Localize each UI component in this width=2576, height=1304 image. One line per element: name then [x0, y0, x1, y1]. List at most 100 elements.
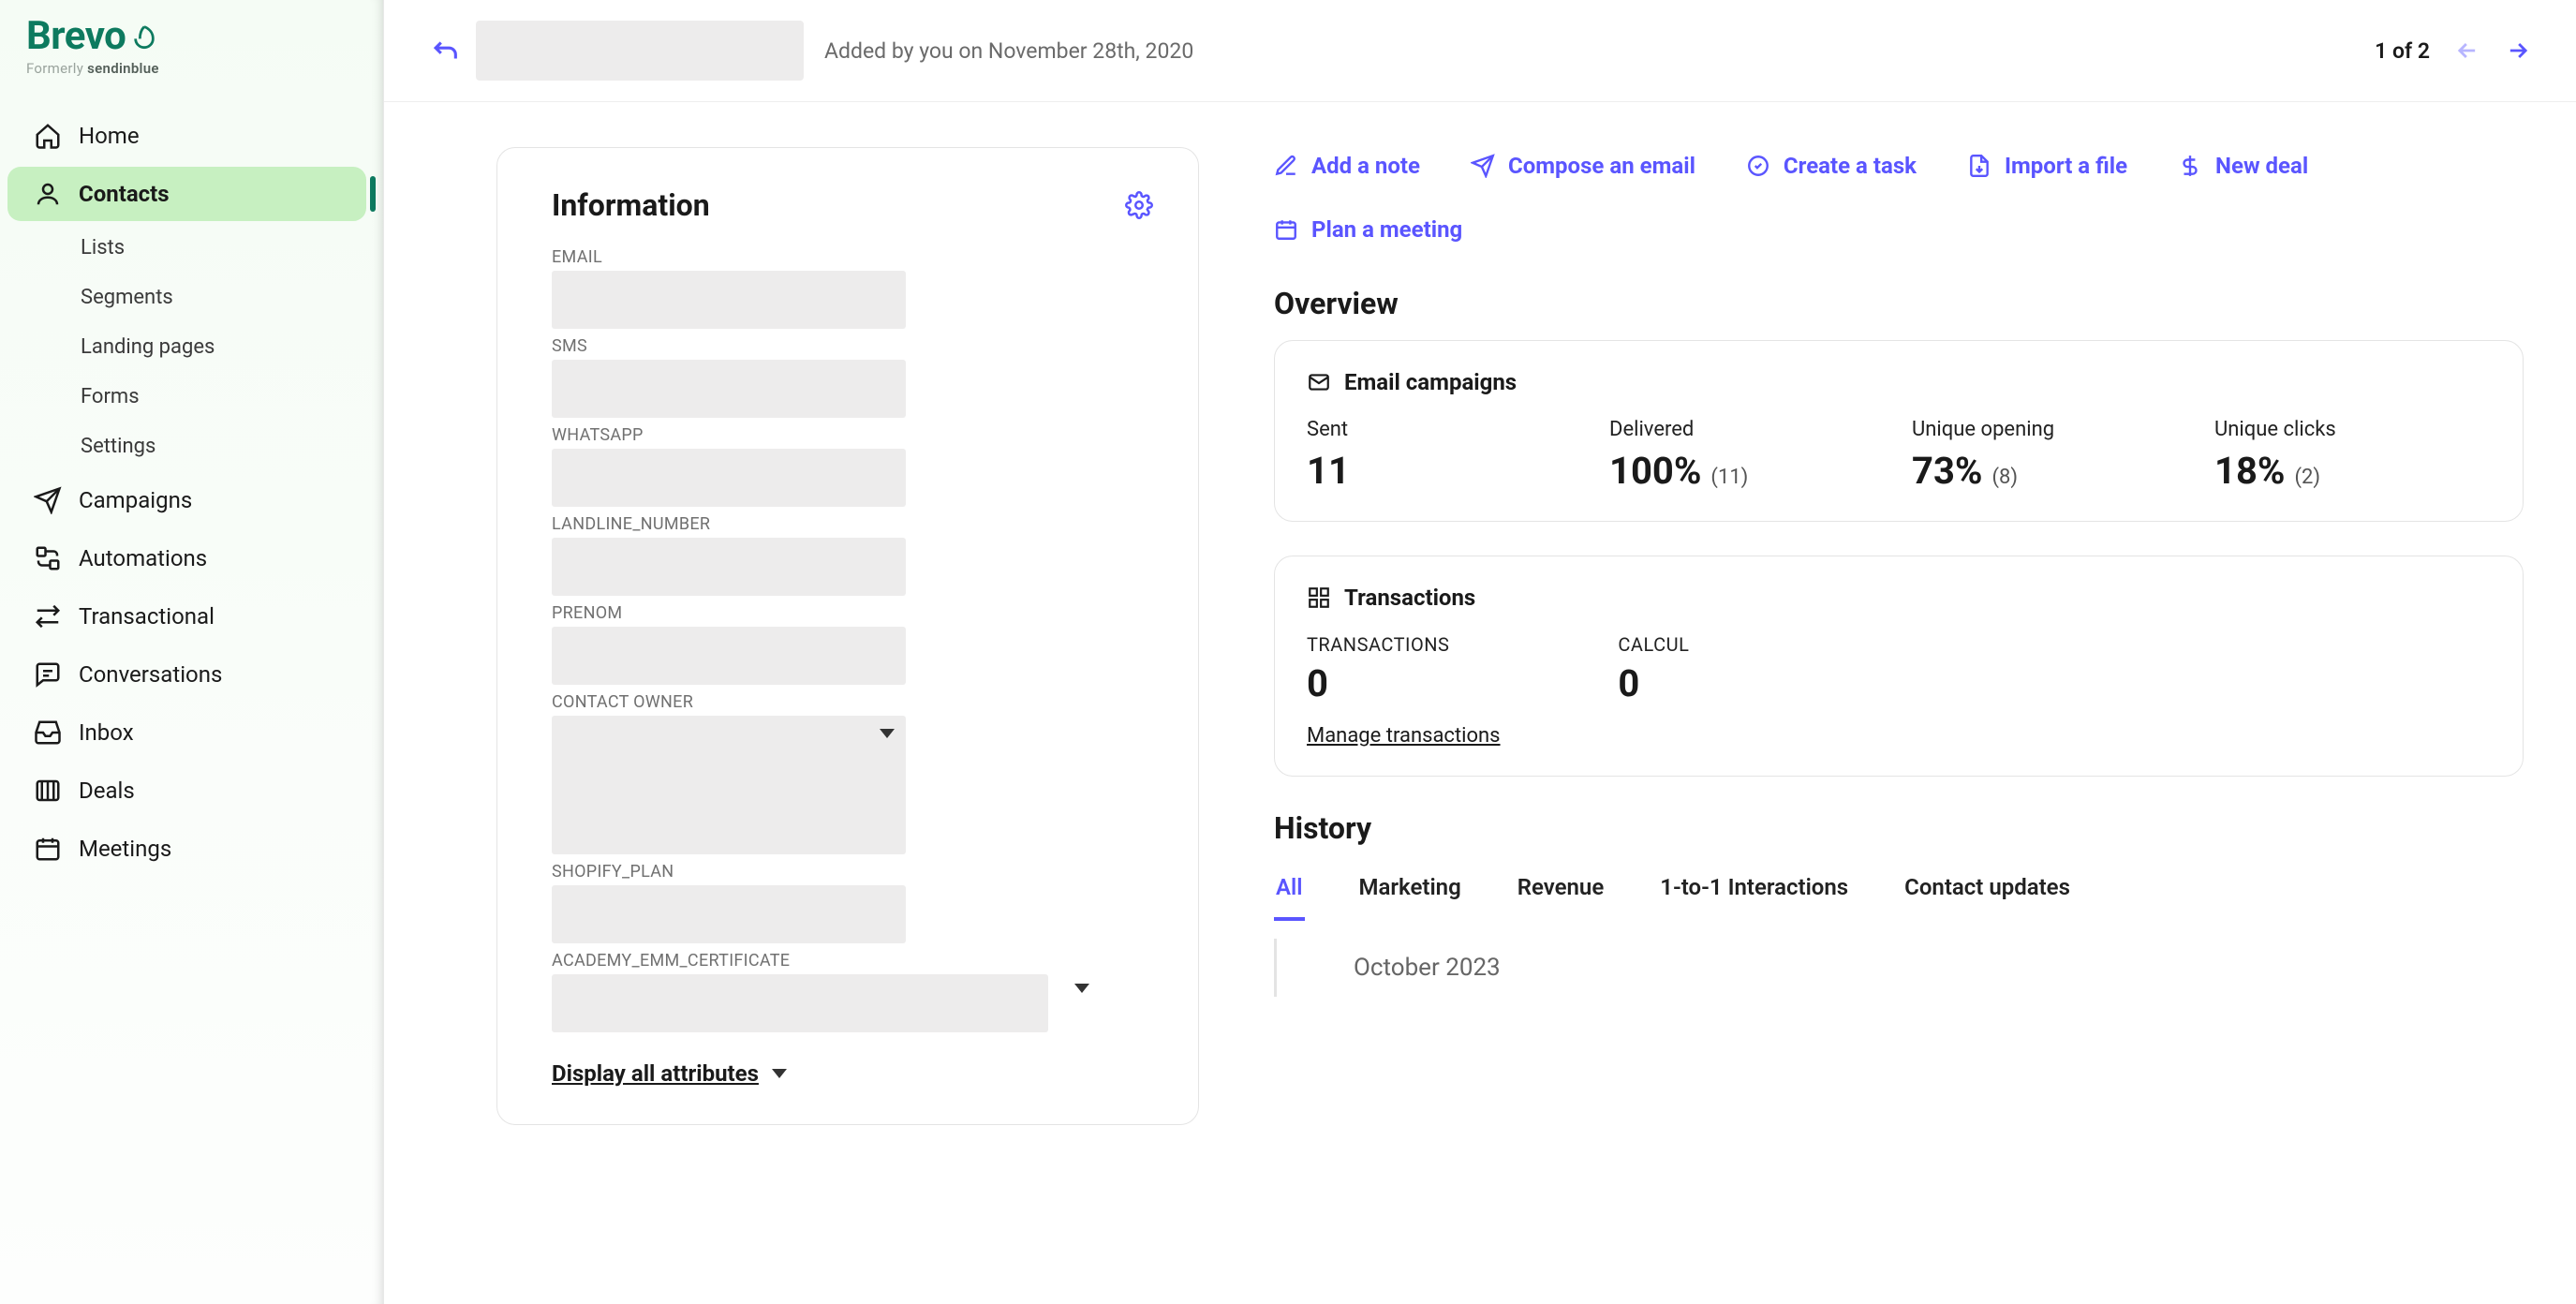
added-by-text: Added by you on November 28th, 2020: [824, 38, 1193, 64]
email-campaigns-card-title: Email campaigns: [1344, 369, 1517, 395]
mail-icon: [1307, 370, 1331, 394]
information-title: Information: [552, 187, 710, 223]
note-icon: [1274, 154, 1298, 178]
sidebar-item-label: Meetings: [79, 836, 171, 862]
attr-shopify-plan-value[interactable]: [552, 885, 906, 943]
dollar-icon: [2178, 154, 2202, 178]
sidebar-item-label: Conversations: [79, 661, 222, 688]
pager-text: 1 of 2: [2375, 38, 2430, 64]
attr-prenom: PRENOM: [552, 603, 1153, 685]
attr-landline-value[interactable]: [552, 538, 906, 596]
attr-email: EMAIL: [552, 247, 1153, 329]
stat-opening: Unique opening 73%(8): [1912, 418, 2177, 493]
sidebar-item-automations[interactable]: Automations: [7, 531, 366, 585]
tab-marketing[interactable]: Marketing: [1357, 865, 1463, 921]
transactions-card: Transactions TRANSACTIONS 0 CALCUL 0 Man…: [1274, 556, 2524, 777]
sidebar-item-deals[interactable]: Deals: [7, 763, 366, 818]
tx-transactions: TRANSACTIONS 0: [1307, 633, 1449, 705]
attr-academy-cert: ACADEMY_EMM_CERTIFICATE: [552, 951, 1153, 1032]
automations-icon: [34, 544, 62, 572]
task-icon: [1746, 154, 1770, 178]
sidebar-item-contacts[interactable]: Contacts: [7, 167, 366, 221]
home-icon: [34, 122, 62, 150]
overview-title: Overview: [1274, 286, 2524, 321]
import-icon: [1967, 154, 1991, 178]
stat-delivered: Delivered 100%(11): [1609, 418, 1874, 493]
attr-shopify-plan: SHOPIFY_PLAN: [552, 862, 1153, 943]
brand-name: Brevo: [26, 17, 361, 56]
action-new-deal[interactable]: New deal: [2178, 153, 2308, 179]
attr-email-value[interactable]: [552, 271, 906, 329]
transactions-icon: [1307, 585, 1331, 610]
tab-revenue[interactable]: Revenue: [1516, 865, 1606, 921]
sidebar-item-conversations[interactable]: Conversations: [7, 647, 366, 702]
campaigns-icon: [34, 486, 62, 514]
sidebar-sub-lists[interactable]: Lists: [7, 225, 366, 271]
sidebar-sub-segments[interactable]: Segments: [7, 274, 366, 320]
attr-landline: LANDLINE_NUMBER: [552, 514, 1153, 596]
contacts-icon: [34, 180, 62, 208]
transactions-card-title: Transactions: [1344, 585, 1475, 611]
gear-icon[interactable]: [1125, 191, 1153, 219]
attr-prenom-value[interactable]: [552, 627, 906, 685]
attr-contact-owner: CONTACT OWNER: [552, 692, 1153, 854]
conversations-icon: [34, 660, 62, 689]
sidebar-item-label: Automations: [79, 545, 207, 571]
sidebar-item-label: Deals: [79, 778, 135, 804]
action-add-note[interactable]: Add a note: [1274, 153, 1420, 179]
display-all-attributes[interactable]: Display all attributes: [552, 1060, 787, 1087]
action-create-task[interactable]: Create a task: [1746, 153, 1917, 179]
manage-transactions-link[interactable]: Manage transactions: [1307, 724, 1501, 748]
history-tabs: All Marketing Revenue 1-to-1 Interaction…: [1274, 865, 2524, 922]
sidebar-item-transactional[interactable]: Transactional: [7, 589, 366, 644]
sidebar-item-meetings[interactable]: Meetings: [7, 822, 366, 876]
attr-sms-value[interactable]: [552, 360, 906, 418]
attr-sms: SMS: [552, 336, 1153, 418]
sidebar-item-label: Contacts: [79, 181, 170, 207]
tab-1to1[interactable]: 1-to-1 Interactions: [1658, 865, 1850, 921]
sidebar-sub-settings[interactable]: Settings: [7, 423, 366, 469]
topbar: Added by you on November 28th, 2020 1 of…: [384, 0, 2576, 102]
nav: Home Contacts Lists Segments Landing pag…: [0, 97, 383, 887]
attr-contact-owner-select[interactable]: [552, 716, 906, 854]
contact-name-placeholder: [476, 21, 804, 81]
sidebar-item-inbox[interactable]: Inbox: [7, 705, 366, 760]
tab-all[interactable]: All: [1274, 865, 1305, 921]
sidebar-item-label: Transactional: [79, 603, 215, 630]
action-plan-meeting[interactable]: Plan a meeting: [1274, 216, 1462, 243]
sidebar-sub-landingpages[interactable]: Landing pages: [7, 324, 366, 370]
sidebar-item-campaigns[interactable]: Campaigns: [7, 473, 366, 527]
calendar-icon: [1274, 217, 1298, 242]
transactional-icon: [34, 602, 62, 630]
deals-icon: [34, 777, 62, 805]
quick-actions: Add a note Compose an email Create a tas…: [1274, 153, 2524, 243]
right-column: Add a note Compose an email Create a tas…: [1274, 147, 2524, 997]
history-timeline: October 2023: [1274, 939, 2524, 997]
sidebar-item-label: Home: [79, 123, 140, 149]
arrow-right-icon[interactable]: [2505, 37, 2531, 64]
logo: Brevo Formerly sendinblue: [0, 11, 383, 97]
brand-subtitle: Formerly sendinblue: [26, 60, 361, 77]
action-compose-email[interactable]: Compose an email: [1471, 153, 1695, 179]
sidebar-item-label: Campaigns: [79, 487, 192, 513]
pager: 1 of 2: [2375, 37, 2531, 64]
send-icon: [1471, 154, 1495, 178]
sidebar-item-home[interactable]: Home: [7, 109, 366, 163]
action-import-file[interactable]: Import a file: [1967, 153, 2127, 179]
back-icon[interactable]: [429, 35, 461, 67]
sidebar-item-label: Inbox: [79, 719, 134, 746]
stat-sent: Sent 11: [1307, 418, 1572, 493]
inbox-icon: [34, 719, 62, 747]
tab-updates[interactable]: Contact updates: [1902, 865, 2072, 921]
leaf-icon: [131, 23, 157, 50]
information-card: Information EMAIL SMS WHATSAPP LANDLINE_…: [496, 147, 1199, 1125]
meetings-icon: [34, 835, 62, 863]
tx-calcul: CALCUL 0: [1618, 633, 1689, 705]
stat-clicks: Unique clicks 18%(2): [2214, 418, 2480, 493]
attr-academy-cert-select[interactable]: [552, 974, 1048, 1032]
arrow-left-icon[interactable]: [2454, 37, 2480, 64]
sidebar-sub-forms[interactable]: Forms: [7, 374, 366, 420]
attr-whatsapp-value[interactable]: [552, 449, 906, 507]
history-title: History: [1274, 810, 2524, 846]
chevron-down-icon: [1074, 984, 1089, 993]
